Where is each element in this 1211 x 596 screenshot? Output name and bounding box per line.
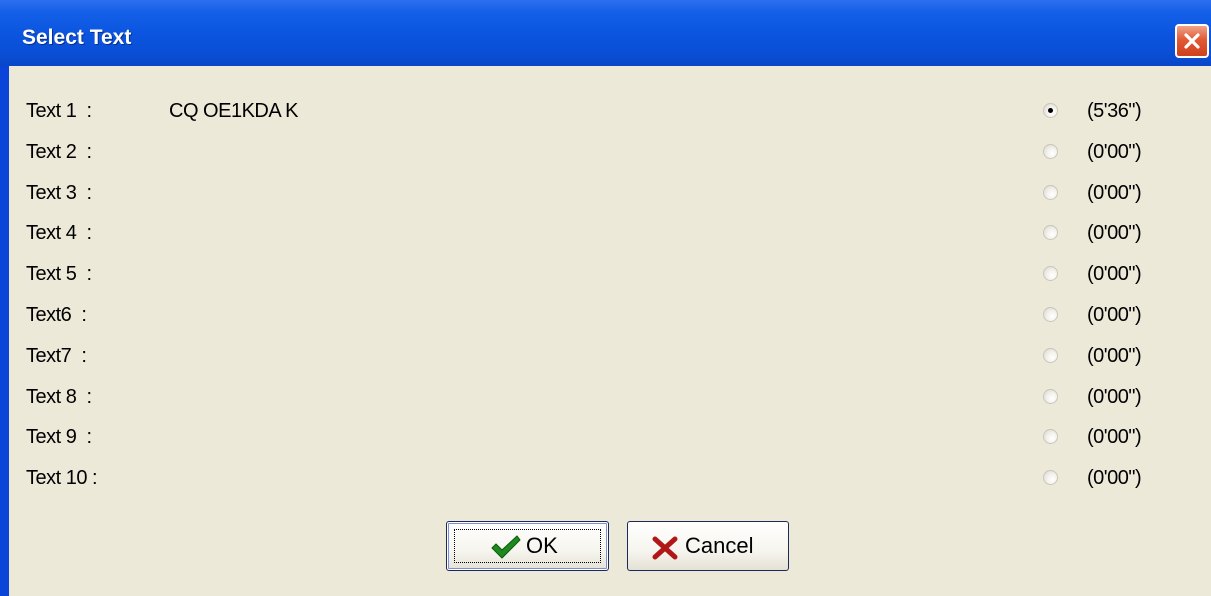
text-select-radio[interactable] [1043,470,1058,486]
window-title: Select Text [22,26,132,49]
text-select-radio[interactable] [1043,388,1058,404]
text-duration: (0'00") [1087,304,1142,326]
text-row-label: Text 9 : [26,426,92,449]
text-row: Text 3 : (0'00") [9,181,1211,221]
select-text-dialog: Select Text Text 1 : CQ OE1KDA K (5'36") Te… [0,0,1211,596]
text-row-label: Text 3 : [26,181,92,204]
radio-selected-dot [1048,108,1053,113]
text-duration: (0'00") [1087,181,1142,204]
text-select-radio[interactable] [1043,347,1058,363]
text-row: Text7 : (0'00") [9,344,1211,384]
cancel-button[interactable]: Cancel [627,521,789,571]
text-duration: (0'00") [1087,426,1142,449]
text-row-label: Text 4 : [26,222,92,245]
ok-button-label: OK [526,533,558,558]
text-row: Text 1 : CQ OE1KDA K (5'36") [9,99,1211,139]
text-row: Text 2 : (0'00") [9,140,1211,180]
text-select-radio[interactable] [1043,266,1058,282]
text-row-content: CQ OE1KDA K [169,100,299,122]
text-select-radio[interactable] [1043,307,1058,322]
text-row-label: Text 8 : [26,385,92,408]
text-row: Text 9 : (0'00") [9,425,1211,465]
text-duration: (0'00") [1087,385,1142,408]
text-duration: (0'00") [1087,344,1142,367]
text-row-label: Text 10 : [26,467,98,490]
text-duration: (0'00") [1087,263,1142,286]
checkmark-icon [491,535,521,559]
text-row: Text 10 : (0'00") [9,466,1211,506]
text-row: Text 8 : (0'00") [9,385,1211,425]
text-select-radio[interactable] [1043,103,1058,118]
text-select-radio[interactable] [1043,429,1058,445]
text-duration: (5'36") [1087,100,1142,122]
text-select-radio[interactable] [1043,143,1058,159]
close-button[interactable] [1175,24,1209,58]
text-duration: (0'00") [1087,222,1142,245]
text-row-label: Text 2 : [26,140,92,163]
text-row: Text6 : (0'00") [9,303,1211,343]
text-row-label: Text7 : [26,344,87,367]
x-icon [652,536,678,560]
text-row-label: Text 1 : [26,100,92,122]
title-bar[interactable]: Select Text [0,0,1211,66]
text-duration: (0'00") [1087,467,1142,490]
dialog-body: Text 1 : CQ OE1KDA K (5'36") Text 2 : (0'00"… [9,66,1211,596]
ok-button[interactable]: OK [446,521,609,571]
text-row-label: Text 5 : [26,263,92,286]
text-row-label: Text6 : [26,304,87,326]
text-duration: (0'00") [1087,140,1142,163]
text-row: Text 4 : (0'00") [9,221,1211,261]
text-select-radio[interactable] [1043,184,1058,200]
close-icon [1184,33,1200,49]
cancel-button-label: Cancel [685,533,754,558]
text-select-radio[interactable] [1043,225,1058,241]
text-row: Text 5 : (0'00") [9,262,1211,302]
